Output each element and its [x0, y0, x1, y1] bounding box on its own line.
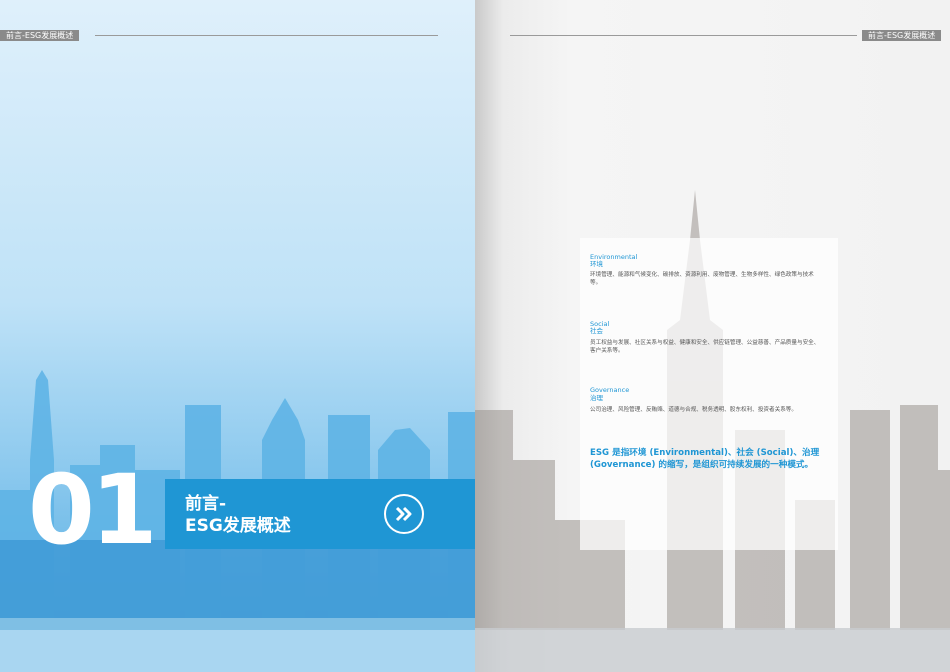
section-environmental-body: 环境管理、能源和气候变化、碳排放、资源利用、废物管理、生物多样性、绿色政策与技术… [590, 272, 814, 286]
header-tag-left: 前言-ESG发展概述 [0, 30, 80, 41]
next-button[interactable] [384, 494, 424, 534]
section-governance-en: Governance [590, 386, 630, 394]
chapter-title: 前言- ESG发展概述 [185, 494, 291, 536]
chapter-number: 01 [28, 454, 158, 566]
esg-info-panel: Environmental 环境 环境管理、能源和气候变化、碳排放、资源利用、废… [580, 238, 838, 550]
header-rule-right [510, 35, 857, 36]
chapter-banner: 前言- ESG发展概述 [165, 479, 475, 549]
section-governance-zh: 治理 [590, 394, 603, 402]
section-social-zh: 社会 [590, 327, 603, 335]
section-governance-body: 公司治理、风险管理、反贿赂、道德与合规、税务透明、股东权利、投资者关系等。 [590, 407, 797, 413]
header-tag-right: 前言-ESG发展概述 [862, 30, 942, 41]
left-page: 前言-ESG发展概述 01 前言- ESG发展概述 [0, 0, 475, 672]
esg-summary: ESG 是指环境 (Environmental)、社会 (Social)、治理 … [590, 448, 820, 470]
double-chevron-right-icon [395, 506, 412, 522]
header-rule-left [95, 35, 438, 36]
section-environmental-zh: 环境 [590, 260, 603, 268]
city-skyline-image [0, 370, 475, 672]
section-social-body: 员工权益与发展、社区关系与权益、健康和安全、供应链管理、公益慈善、产品质量与安全… [590, 340, 820, 354]
